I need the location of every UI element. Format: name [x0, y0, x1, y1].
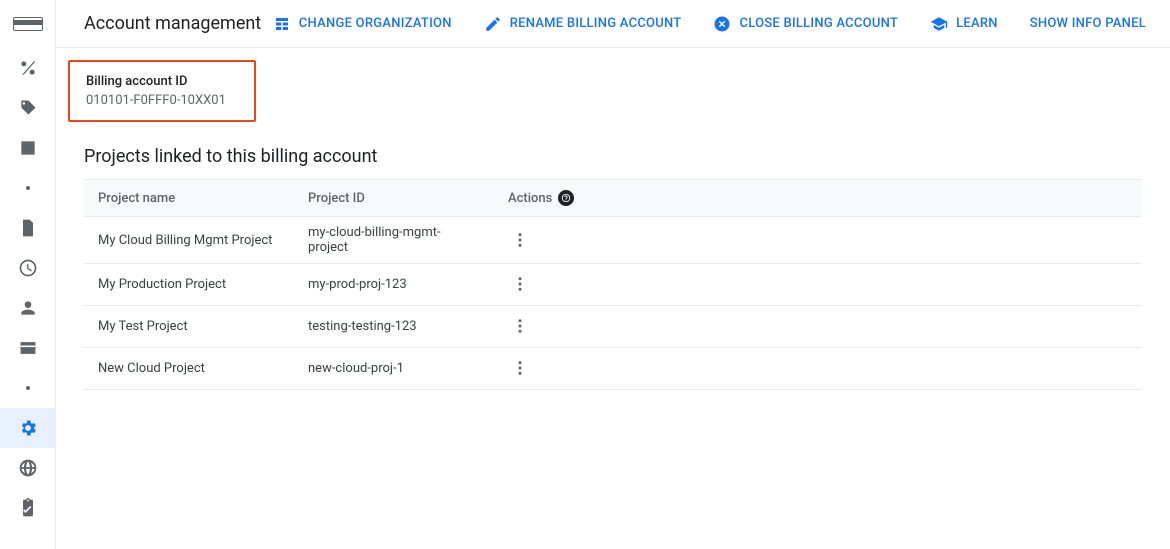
topbar-actions: CHANGE ORGANIZATION RENAME BILLING ACCOU… — [273, 15, 1146, 33]
projects-table-header-row: Project name Project ID Actions — [84, 180, 1142, 217]
sidebar-item-percent[interactable] — [0, 48, 56, 88]
project-id-cell: new-cloud-proj-1 — [294, 348, 494, 390]
projects-section-title: Projects linked to this billing account — [84, 146, 1142, 167]
project-actions-cell — [494, 348, 1142, 390]
project-actions-cell — [494, 306, 1142, 348]
learn-icon — [930, 15, 948, 33]
project-actions-menu-button[interactable] — [508, 356, 532, 380]
project-actions-menu-button[interactable] — [508, 228, 532, 252]
action-label: RENAME BILLING ACCOUNT — [510, 16, 682, 31]
project-name-cell: My Cloud Billing Mgmt Project — [84, 217, 294, 264]
project-id-cell: testing-testing-123 — [294, 306, 494, 348]
change-organization-button[interactable]: CHANGE ORGANIZATION — [273, 15, 452, 33]
action-label: LEARN — [956, 16, 998, 31]
sidebar-item-dot[interactable] — [0, 168, 56, 208]
edit-icon — [484, 15, 502, 33]
project-actions-cell — [494, 264, 1142, 306]
close-billing-account-button[interactable]: CLOSE BILLING ACCOUNT — [713, 15, 898, 33]
close-circle-icon — [713, 15, 731, 33]
gear-icon — [18, 418, 38, 438]
project-id-cell: my-cloud-billing-mgmt-project — [294, 217, 494, 264]
project-row: My Production Projectmy-prod-proj-123 — [84, 264, 1142, 306]
learn-button[interactable]: LEARN — [930, 15, 998, 33]
percent-icon — [18, 58, 38, 78]
project-name-cell: My Production Project — [84, 264, 294, 306]
show-info-panel-button[interactable]: SHOW INFO PANEL — [1030, 16, 1146, 31]
main-area: Account management CHANGE ORGANIZATION R… — [56, 0, 1170, 390]
project-row: My Test Projecttesting-testing-123 — [84, 306, 1142, 348]
project-actions-cell — [494, 217, 1142, 264]
sidebar-item-tag[interactable] — [0, 88, 56, 128]
sidebar-item-report[interactable] — [0, 128, 56, 168]
sidebar-item-clock[interactable] — [0, 248, 56, 288]
sidebar-item-gear[interactable] — [0, 408, 56, 448]
projects-section: Projects linked to this billing account … — [56, 122, 1170, 390]
page-title: Account management — [84, 13, 261, 34]
rename-billing-account-button[interactable]: RENAME BILLING ACCOUNT — [484, 15, 682, 33]
col-project-name[interactable]: Project name — [84, 180, 294, 217]
doc-icon — [18, 218, 38, 238]
project-actions-menu-button[interactable] — [508, 314, 532, 338]
separator-dot-icon — [26, 186, 30, 190]
sidebar-rail — [0, 0, 56, 549]
sidebar-item-doc[interactable] — [0, 208, 56, 248]
sidebar-item-dot[interactable] — [0, 368, 56, 408]
clock-icon — [18, 258, 38, 278]
org-icon — [273, 15, 291, 33]
project-actions-menu-button[interactable] — [508, 272, 532, 296]
sidebar-item-clipboard[interactable] — [0, 488, 56, 528]
sidebar-item-card[interactable] — [0, 328, 56, 368]
col-actions: Actions — [494, 180, 1142, 217]
project-name-cell: My Test Project — [84, 306, 294, 348]
project-row: New Cloud Projectnew-cloud-proj-1 — [84, 348, 1142, 390]
billing-id-label: Billing account ID — [86, 74, 226, 89]
action-label: CHANGE ORGANIZATION — [299, 16, 452, 31]
report-icon — [18, 138, 38, 158]
col-actions-label: Actions — [508, 191, 552, 206]
project-name-cell: New Cloud Project — [84, 348, 294, 390]
topbar: Account management CHANGE ORGANIZATION R… — [56, 0, 1170, 48]
actions-help-icon[interactable] — [558, 190, 574, 206]
person-icon — [18, 298, 38, 318]
billing-console-icon — [13, 17, 43, 31]
billing-account-id-box: Billing account ID 010101-F0FFF0-10XX01 — [68, 60, 256, 122]
sidebar-logo — [0, 0, 56, 48]
billing-id-value: 010101-F0FFF0-10XX01 — [86, 93, 226, 108]
tag-icon — [18, 98, 38, 118]
project-row: My Cloud Billing Mgmt Projectmy-cloud-bi… — [84, 217, 1142, 264]
projects-table: Project name Project ID Actions My Cloud… — [84, 179, 1142, 390]
card-icon — [18, 338, 38, 358]
globe-icon — [18, 458, 38, 478]
action-label: CLOSE BILLING ACCOUNT — [739, 16, 898, 31]
col-project-id[interactable]: Project ID — [294, 180, 494, 217]
clipboard-icon — [18, 498, 38, 518]
sidebar-item-person[interactable] — [0, 288, 56, 328]
project-id-cell: my-prod-proj-123 — [294, 264, 494, 306]
sidebar-item-globe[interactable] — [0, 448, 56, 488]
separator-dot-icon — [26, 386, 30, 390]
